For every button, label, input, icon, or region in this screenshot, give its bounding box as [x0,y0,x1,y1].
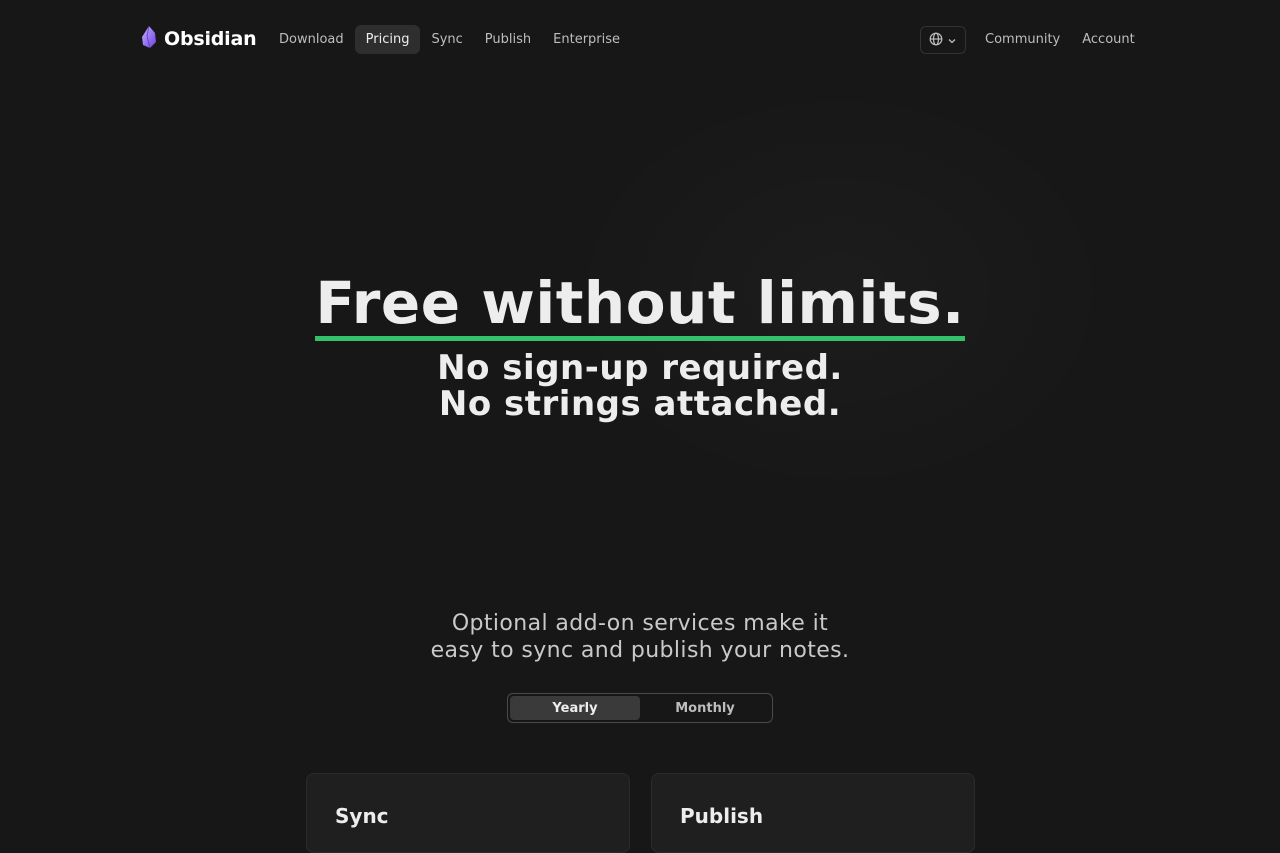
globe-icon [929,31,943,50]
top-navigation: Obsidian Download Pricing Sync Publish E… [0,0,1280,80]
obsidian-logo-icon [141,25,157,52]
nav-sync[interactable]: Sync [420,25,473,54]
nav-community[interactable]: Community [974,25,1071,54]
nav-download[interactable]: Download [268,25,355,54]
brand-name: Obsidian [164,28,257,50]
addons-tagline: Optional add-on services make it easy to… [0,610,1280,664]
nav-pricing[interactable]: Pricing [354,25,421,54]
hero-title-wrap: Free without limits. [0,270,1280,341]
sync-plan-card: Sync [306,773,630,853]
hero-title: Free without limits. [315,270,965,341]
nav-enterprise[interactable]: Enterprise [542,25,631,54]
obsidian-logo[interactable]: Obsidian [141,25,257,52]
language-selector[interactable] [920,26,966,54]
hero-subtitle-line2: No strings attached. [438,384,842,424]
addons-tagline-line2: easy to sync and publish your notes. [430,638,850,663]
chevron-down-icon [947,31,957,50]
account-nav: Community Account [974,25,1146,54]
billing-yearly-option[interactable]: Yearly [510,696,640,720]
billing-toggle: Yearly Monthly [507,693,773,723]
nav-account[interactable]: Account [1071,25,1146,54]
nav-publish[interactable]: Publish [474,25,542,54]
billing-monthly-option[interactable]: Monthly [640,696,770,720]
addons-tagline-line1: Optional add-on services make it [451,611,829,636]
publish-card-title: Publish [680,804,764,828]
publish-plan-card: Publish [651,773,975,853]
sync-card-title: Sync [335,804,389,828]
hero-subtitle-line1: No sign-up required. [437,348,843,388]
main-nav: Download Pricing Sync Publish Enterprise [268,25,631,54]
hero-subtitle: No sign-up required. No strings attached… [0,350,1280,422]
